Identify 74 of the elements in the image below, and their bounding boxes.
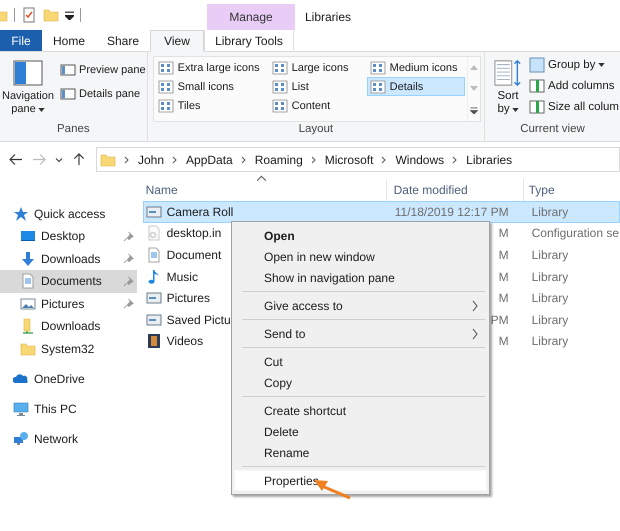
ribbon-tab[interactable]: View [150,30,204,52]
breadcrumb-segment[interactable]: John [138,152,164,166]
address-bar[interactable]: John AppData Roaming Microsoft Windows Libraries [96,147,620,172]
date-cell: M [498,270,509,284]
file-name[interactable]: Document [166,248,222,262]
file-name[interactable]: Music [166,270,198,284]
menu-item[interactable]: Open in new window [234,246,487,267]
navigation-item[interactable]: OneDrive [0,368,137,390]
window-title: Libraries [305,9,352,26]
layout-option[interactable]: Large icons [268,58,367,77]
group-label: Panes [56,123,91,137]
menu-item[interactable]: Open [234,225,487,246]
view-command-button[interactable]: Size all colum [528,98,620,116]
ribbon-tab[interactable]: File [0,30,42,51]
pane-toggle-button[interactable]: Preview pane [59,61,147,79]
column-header[interactable]: Type [524,179,555,201]
file-name[interactable]: Saved Pictu [166,312,231,327]
date-cell: M [498,334,509,348]
group-label: Layout [298,123,334,137]
breadcrumb-segment[interactable]: Roaming [254,152,303,166]
type-cell-text: Library [530,334,568,348]
layout-option[interactable]: Tiles [154,96,269,115]
type-cell-text: Library [530,248,568,262]
menu-item[interactable]: Show in navigation pane [234,267,487,288]
breadcrumb-segment[interactable]: Windows [395,152,444,166]
navigation-item[interactable]: Desktop [0,225,137,248]
type-cell-text: Library [530,312,568,327]
navigation-item[interactable]: Downloads [0,315,137,338]
navigation-item[interactable]: This PC [0,398,137,420]
layout-option[interactable]: Medium icons [366,58,465,77]
menu-item[interactable]: Properties [234,470,487,491]
type-cell-text: Library [530,270,568,284]
layout-option[interactable]: Content [268,96,367,115]
file-name[interactable]: Pictures [166,291,210,306]
menu-item[interactable]: Give access to [234,295,487,316]
file-name[interactable]: Camera Roll [166,204,234,219]
date-cell: 11/18/2019 12:17 PM [394,204,509,219]
group-label: Current view [519,123,586,137]
file-name[interactable]: Videos [166,334,204,348]
breadcrumb-segment[interactable]: AppData [186,152,233,166]
contextual-tab-group-label: Manage [207,4,295,30]
view-command-button[interactable]: Add columns [528,77,620,95]
ribbon-tab[interactable]: Share [96,30,150,51]
layout-option[interactable]: Small icons [154,77,269,96]
navigation-item[interactable]: System32 [0,338,137,360]
breadcrumb-segment[interactable]: Microsoft [324,152,374,166]
layout-option[interactable]: List [268,77,367,96]
pane-toggle-button[interactable]: Details pane [59,85,147,103]
ribbon-tab[interactable]: Home [42,30,96,51]
breadcrumb-segment[interactable]: Libraries [466,152,512,166]
menu-item[interactable]: Rename [234,442,487,463]
menu-item[interactable]: Create shortcut [234,400,487,421]
view-command-button[interactable]: Group by [528,56,620,74]
date-cell: PM [490,312,509,327]
navigation-item[interactable]: Documents [0,270,137,292]
date-cell: M [498,226,509,240]
layout-option[interactable]: Extra large icons [154,58,269,77]
date-cell: M [498,291,509,306]
type-cell-text: Configuration se [530,226,619,240]
menu-item[interactable]: Copy [234,372,487,393]
navigation-item[interactable]: Quick access [0,203,137,225]
type-cell-text: Library [530,204,568,219]
menu-item[interactable]: Delete [234,421,487,442]
sort-by-button[interactable]: Sort by [491,56,526,123]
menu-item[interactable]: Send to [234,323,487,344]
date-cell: M [498,248,509,262]
navigation-item[interactable]: Pictures [0,292,137,315]
menu-item[interactable]: Cut [234,351,487,372]
layout-option[interactable]: Details [366,77,465,96]
file-name[interactable]: desktop.in [166,226,222,240]
navigation-pane-button[interactable]: Navigation pane [0,56,56,123]
type-cell-text: Library [530,291,568,306]
navigation-item[interactable]: Downloads [0,248,137,270]
navigation-item[interactable]: Network [0,428,137,450]
